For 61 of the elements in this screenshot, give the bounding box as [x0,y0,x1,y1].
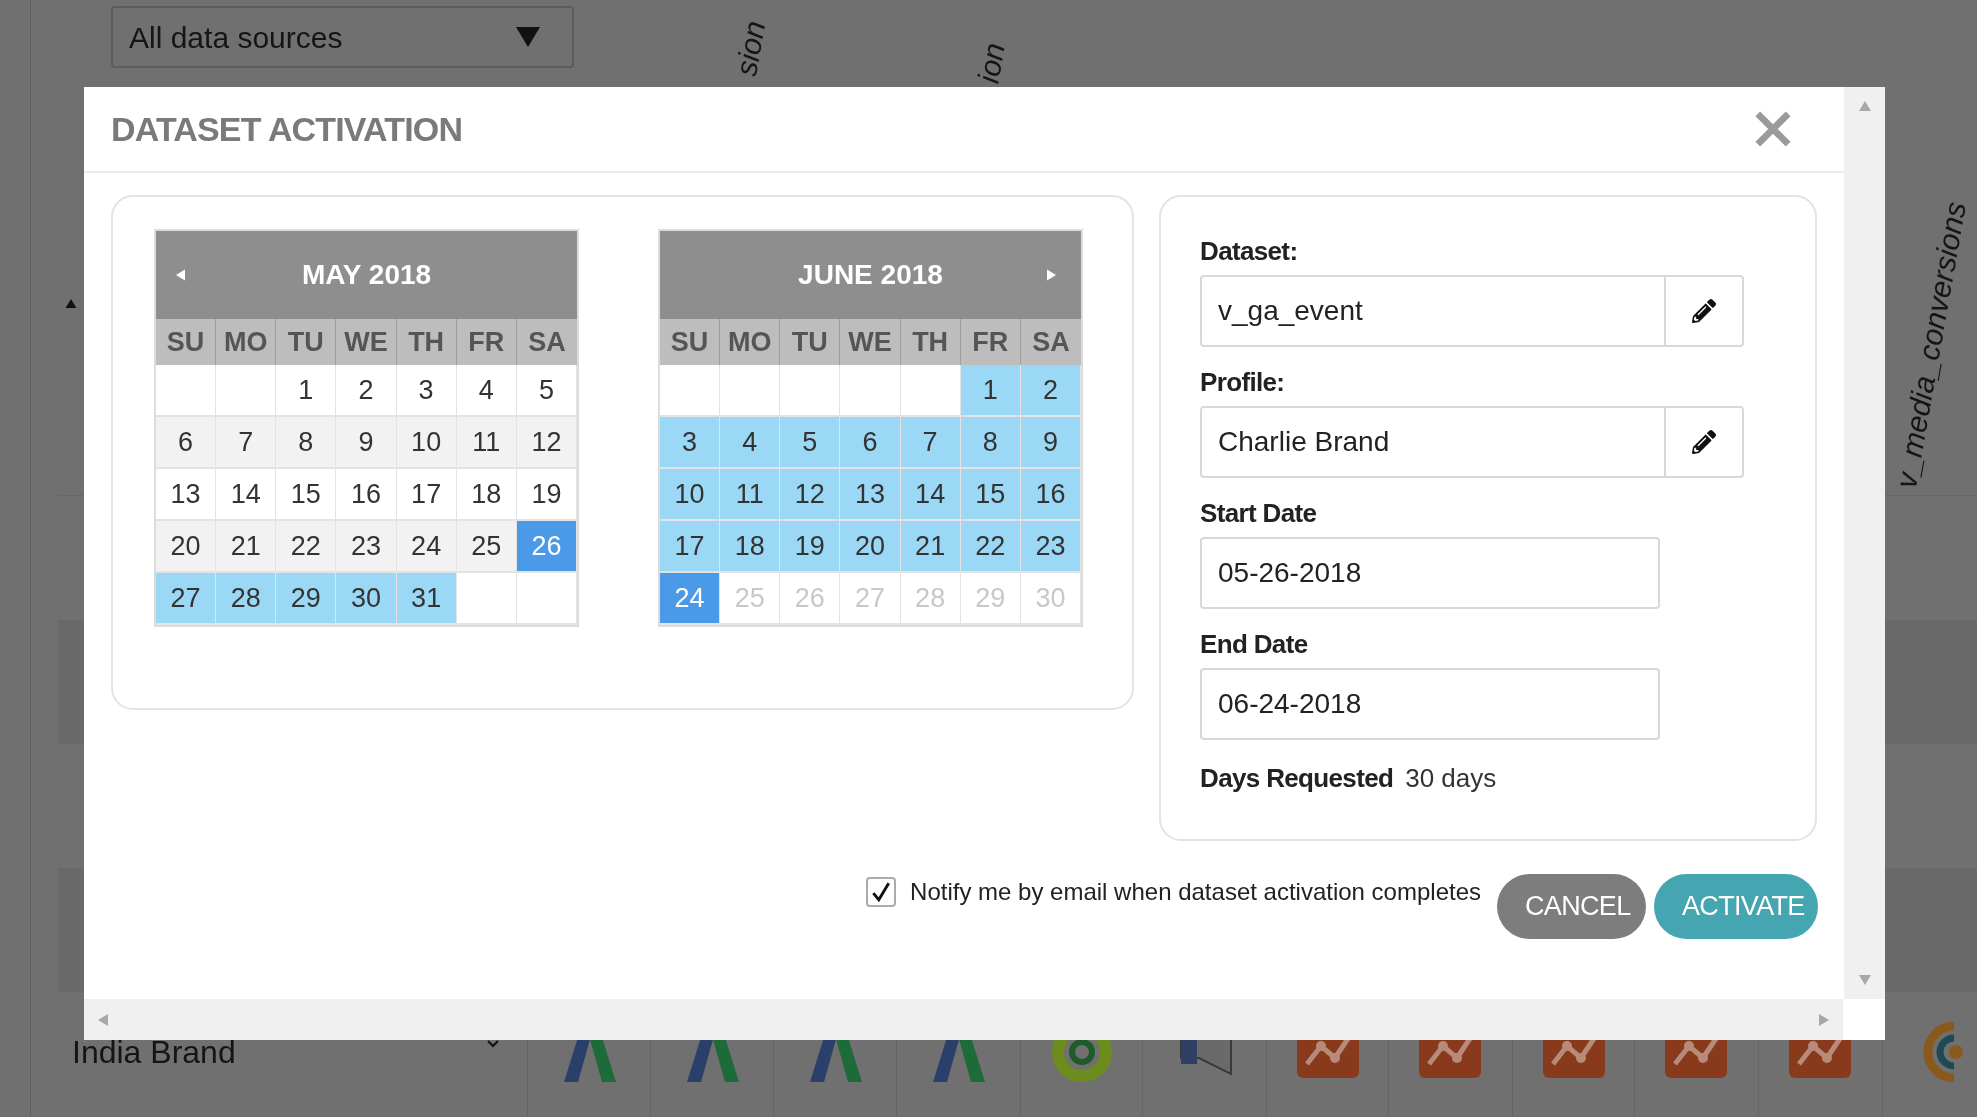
day-cell[interactable]: 7 [900,417,961,469]
notify-label: Notify me by email when dataset activation completes [910,876,1481,907]
column-header: sion [731,17,771,79]
vertical-scrollbar[interactable] [1844,87,1885,999]
field-label: Days Requested [1200,762,1394,795]
cancel-button[interactable]: CANCEL [1497,874,1646,939]
date-field[interactable]: 06-24-2018 [1200,668,1660,740]
input-field[interactable]: v_ga_event [1200,275,1744,347]
day-cell[interactable]: 6 [840,417,901,469]
weekday-label: SA [527,325,567,359]
day-cell[interactable]: 3 [660,417,721,469]
day-cell[interactable]: 13 [840,469,901,521]
day-cell[interactable]: 11 [720,469,781,521]
weekday-label: SA [1031,325,1071,359]
month-title: MAY 2018 [301,258,432,292]
check-icon [870,880,893,903]
next-month-icon[interactable] [1047,268,1056,282]
day-cell[interactable]: 23 [1020,521,1081,573]
day-cell[interactable]: 16 [1020,469,1081,521]
day-cell[interactable]: 20 [840,521,901,573]
day-cell[interactable]: 31 [396,573,457,625]
field-label: End Date [1200,628,1309,661]
field-label: Start Date [1200,497,1318,530]
day-cell[interactable]: 5 [780,417,841,469]
pencil-icon [1692,430,1716,454]
chevron-icon[interactable] [487,1040,499,1048]
row-label: India Brand [72,1036,236,1068]
day-cell[interactable]: 21 [900,521,961,573]
day-cell[interactable]: 17 [660,521,721,573]
field-label: Profile: [1200,366,1286,399]
dialog-title: DATASET ACTIVATION [111,108,463,150]
sort-icon[interactable] [64,299,78,308]
date-field[interactable]: 05-26-2018 [1200,537,1660,609]
column-header: ion [973,39,1011,86]
pencil-icon [1692,299,1716,323]
day-cell[interactable]: 27 [156,573,217,625]
day-cell[interactable]: 29 [276,573,337,625]
field-label: Dataset: [1200,235,1299,268]
day-cell[interactable]: 8 [960,417,1021,469]
day-cell[interactable]: 18 [720,521,781,573]
source-dropdown[interactable]: All data sources [111,6,574,68]
caret-icon[interactable] [516,27,540,47]
close-icon[interactable] [1754,110,1792,148]
day-cell[interactable]: 4 [720,417,781,469]
day-cell[interactable]: 30 [336,573,397,625]
day-cell[interactable]: 19 [780,521,841,573]
day-cell[interactable]: 10 [660,469,721,521]
day-cell[interactable]: 2 [1020,365,1081,417]
day-cell[interactable]: 14 [900,469,961,521]
month-title: JUNE 2018 [798,258,943,292]
input-field[interactable]: Charlie Brand [1200,406,1744,478]
previous-month-icon[interactable] [176,268,185,282]
horizontal-scrollbar[interactable] [84,999,1843,1040]
day-cell[interactable]: 22 [960,521,1021,573]
days-requested-value: 30 days [1405,762,1497,795]
day-cell[interactable]: 9 [1020,417,1081,469]
day-cell[interactable]: 15 [960,469,1021,521]
day-cell[interactable]: 1 [960,365,1021,417]
day-cell[interactable]: 12 [780,469,841,521]
notify-checkbox[interactable] [866,876,897,907]
day-cell[interactable]: 28 [216,573,277,625]
